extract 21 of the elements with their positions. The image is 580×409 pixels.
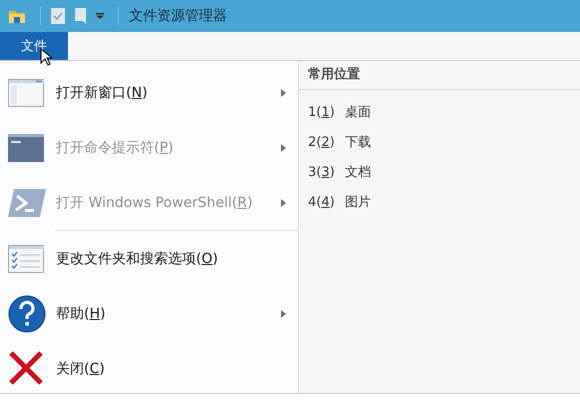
- place-item[interactable]: 2(2) 下载: [299, 128, 580, 158]
- window-icon: [8, 78, 46, 106]
- menu-item[interactable]: 帮助(H): [0, 286, 298, 341]
- menu-item[interactable]: 关闭(C): [0, 341, 298, 396]
- section-heading: 常用位置: [299, 61, 580, 90]
- place-item[interactable]: 3(3) 文档: [299, 158, 580, 188]
- place-item[interactable]: 4(4) 图片: [299, 188, 580, 218]
- help-icon: [8, 294, 46, 332]
- terminal-icon: [8, 134, 46, 162]
- page-icon[interactable]: [75, 8, 86, 24]
- close-icon: [8, 350, 46, 388]
- caret-icon[interactable]: [96, 13, 104, 19]
- window-title: 文件资源管理器: [129, 7, 227, 25]
- folder-icon[interactable]: [8, 8, 26, 24]
- place-item[interactable]: 1(1) 桌面: [299, 98, 580, 128]
- powershell-icon: [8, 188, 46, 216]
- menu-item[interactable]: 打开新窗口(N): [0, 65, 298, 120]
- menu-item[interactable]: 更改文件夹和搜索选项(O): [0, 231, 298, 286]
- checkmark-icon[interactable]: [51, 8, 65, 24]
- file-tab[interactable]: 文件: [0, 32, 68, 60]
- checklist-icon: [8, 244, 46, 272]
